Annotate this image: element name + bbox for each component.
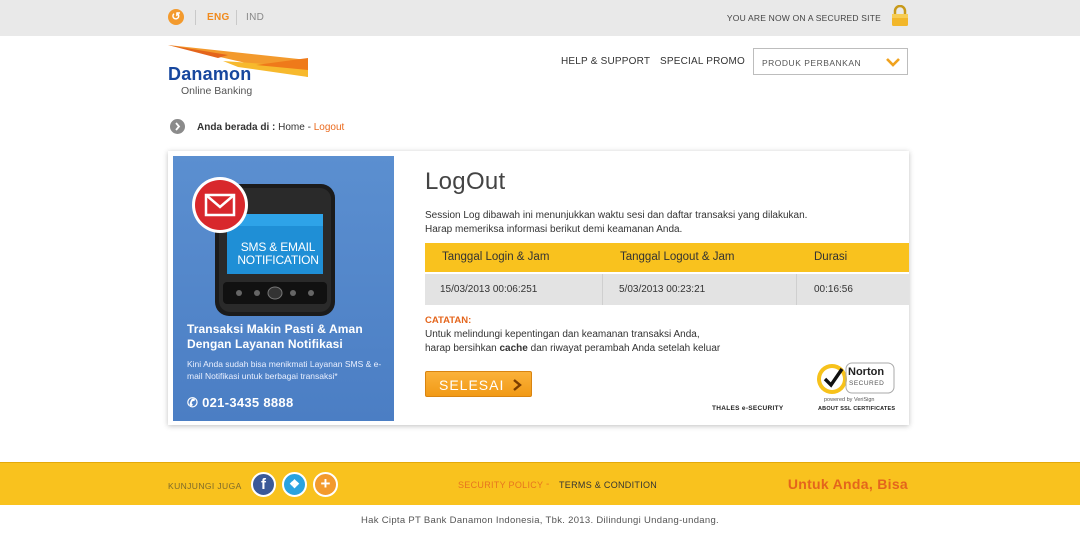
header-duration: Durasi: [814, 251, 848, 263]
language-ind-link[interactable]: IND: [246, 12, 264, 23]
footer-separator: -: [546, 479, 550, 490]
note-heading: CATATAN:: [425, 315, 472, 326]
twitter-icon[interactable]: ❖: [282, 472, 307, 497]
table-row: 15/03/2013 00:06:251 5/03/2013 00:23:21 …: [425, 274, 909, 305]
copyright: Hak Cipta PT Bank Danamon Indonesia, Tbk…: [361, 515, 719, 526]
top-bar: ↺ ENG IND YOU ARE NOW ON A SECURED SITE: [0, 0, 1080, 36]
logout-card: SMS & EMAIL NOTIFICATION Transaksi Makin…: [168, 151, 909, 425]
note-cache-word: cache: [499, 343, 528, 354]
note-line-2: harap bersihkan cache dan riwayat peramb…: [425, 342, 845, 356]
divider: [195, 10, 196, 25]
logo-subtitle: Online Banking: [181, 85, 253, 97]
table-header: Tanggal Login & Jam Tanggal Logout & Jam…: [425, 243, 909, 272]
breadcrumb-arrow-icon: [170, 119, 185, 134]
footer: KUNJUNGI JUGA f ❖ + SECURITY POLICY - TE…: [0, 462, 1080, 505]
facebook-icon[interactable]: f: [251, 472, 276, 497]
nav-help-support[interactable]: HELP & SUPPORT: [561, 56, 650, 67]
selesai-label: SELESAI: [439, 377, 505, 393]
secured-site-text: YOU ARE NOW ON A SECURED SITE: [726, 13, 881, 23]
chevron-down-icon: [886, 58, 900, 67]
breadcrumb-prefix: Anda berada di :: [197, 122, 276, 133]
phone-icon: ✆: [187, 395, 199, 410]
nav-special-promo[interactable]: SPECIAL PROMO: [660, 56, 745, 67]
page-title: LogOut: [425, 168, 506, 195]
sms-email-screen-text: SMS & EMAIL NOTIFICATION: [237, 241, 319, 267]
cell-logout: 5/03/2013 00:23:21: [619, 284, 706, 295]
note-line-2-a: harap bersihkan: [425, 343, 497, 354]
note-text: Untuk melindungi kepentingan dan keamana…: [425, 328, 845, 356]
note-line-2-c: dan riwayat perambah Anda setelah keluar: [530, 343, 721, 354]
terms-condition-link[interactable]: TERMS & CONDITION: [559, 480, 657, 490]
norton-secured: SECURED: [849, 380, 885, 387]
divider: [236, 10, 237, 25]
norton-name: Norton: [848, 366, 885, 378]
intro-text: Session Log dibawah ini menunjukkan wakt…: [425, 209, 875, 236]
breadcrumb-current: Logout: [313, 122, 345, 133]
breadcrumb-home[interactable]: Home: [278, 122, 305, 133]
intro-line-2: Harap memeriksa informasi berikut demi k…: [425, 223, 683, 235]
norton-about[interactable]: ABOUT SSL CERTIFICATES: [818, 406, 895, 412]
logo-wordmark: Danamon: [168, 64, 252, 84]
back-arrow-icon[interactable]: ↺: [168, 9, 184, 25]
visit-label: KUNJUNGI JUGA: [168, 481, 242, 491]
thales-logo: THALES e-SECURITY: [712, 405, 784, 412]
banner-phone: ✆ 021-3435 8888: [187, 395, 294, 411]
mail-icon: [192, 177, 248, 233]
note-line-1: Untuk melindungi kepentingan dan keamana…: [425, 329, 700, 340]
phone-number: 021-3435 8888: [202, 395, 294, 410]
language-eng-link[interactable]: ENG: [207, 12, 230, 23]
breadcrumb-separator: -: [307, 122, 311, 133]
lock-icon: [892, 5, 908, 26]
dropdown-value: PRODUK PERBANKAN: [762, 58, 862, 68]
banner-body: Kini Anda sudah bisa menikmati Layanan S…: [187, 359, 382, 381]
session-log-table: Tanggal Login & Jam Tanggal Logout & Jam…: [425, 243, 909, 305]
cell-login: 15/03/2013 00:06:251: [440, 284, 538, 295]
norton-secured-badge[interactable]: Norton SECURED powered by VeriSign ABOUT…: [816, 361, 898, 417]
sms-line-2: NOTIFICATION: [237, 253, 319, 267]
produk-perbankan-select[interactable]: PRODUK PERBANKAN: [753, 48, 908, 75]
chevron-right-icon: [513, 379, 522, 391]
notification-banner[interactable]: SMS & EMAIL NOTIFICATION Transaksi Makin…: [173, 156, 394, 421]
breadcrumb: Anda berada di : Home - Logout: [197, 122, 344, 133]
norton-powered: powered by VeriSign: [824, 397, 875, 403]
banner-headline: Transaksi Makin Pasti & Aman Dengan Laya…: [187, 322, 363, 351]
selesai-button[interactable]: SELESAI: [425, 371, 532, 397]
header-login: Tanggal Login & Jam: [442, 251, 550, 263]
header-logout: Tanggal Logout & Jam: [620, 251, 735, 263]
footer-slogan: Untuk Anda, Bisa: [787, 476, 908, 492]
security-policy-link[interactable]: SECURITY POLICY: [458, 480, 543, 490]
plus-icon[interactable]: +: [313, 472, 338, 497]
intro-line-1: Session Log dibawah ini menunjukkan wakt…: [425, 210, 808, 221]
cell-duration: 00:16:56: [814, 284, 853, 295]
